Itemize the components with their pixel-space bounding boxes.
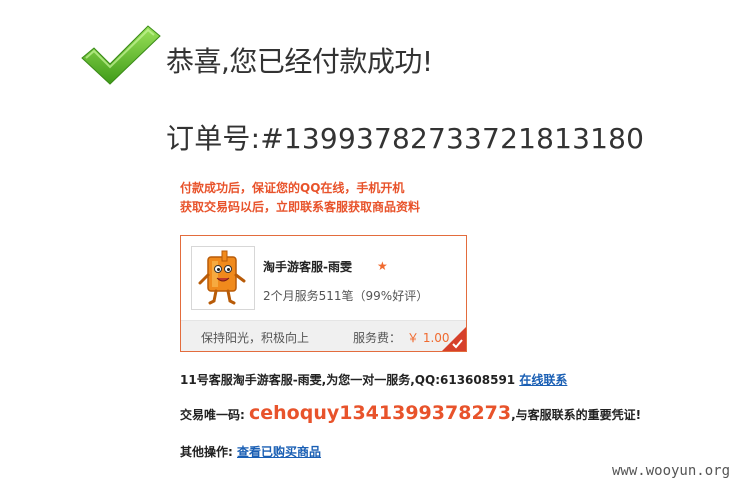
service-info-text: 11号客服淘手游客服-雨雯,为您一对一服务,QQ:613608591 — [180, 373, 516, 387]
other-actions: 其他操作: 查看已购买商品 — [180, 443, 321, 460]
code-value: cehoquy1341399378273 — [249, 402, 512, 424]
star-icon: ★ — [377, 259, 388, 273]
other-label: 其他操作: — [180, 445, 233, 459]
transaction-code: 交易唯一码: cehoquy1341399378273,与客服联系的重要凭证! — [180, 402, 641, 424]
card-footer: 保持阳光，积极向上 服务费： ￥ 1.00 — [181, 320, 466, 351]
service-motto: 保持阳光，积极向上 — [201, 331, 310, 345]
avatar — [191, 246, 255, 310]
notice-line-2: 获取交易码以后，立即联系客服获取商品资料 — [180, 200, 421, 214]
online-contact-link[interactable]: 在线联系 — [519, 373, 567, 387]
notice-line-1: 付款成功后，保证您的QQ在线，手机开机 — [180, 181, 405, 195]
service-info: 11号客服淘手游客服-雨雯,为您一对一服务,QQ:613608591 在线联系 — [180, 371, 567, 388]
code-suffix: ,与客服联系的重要凭证! — [511, 408, 642, 422]
order-number: 订单号:#139937827337218131​80 — [166, 117, 644, 157]
order-label: 订单号: — [166, 122, 261, 155]
mascot-icon — [198, 250, 246, 305]
service-card[interactable]: 淘手游客服-雨雯 ★ 2个月服务511笔（99%好评） 保持阳光，积极向上 服务… — [180, 235, 467, 352]
service-name: 淘手游客服-雨雯 — [263, 260, 352, 274]
order-value: #139937827337218131​80 — [260, 122, 645, 155]
notice: 付款成功后，保证您的QQ在线，手机开机 获取交易码以后，立即联系客服获取商品资料 — [180, 179, 420, 217]
fee-label: 服务费： — [353, 331, 402, 345]
success-title: 恭喜,您已经付款成功! — [166, 45, 433, 78]
success-check-icon — [81, 25, 161, 85]
selected-check-icon — [442, 327, 466, 351]
view-purchased-link[interactable]: 查看已购买商品 — [237, 445, 321, 459]
service-stats: 2个月服务511笔（99%好评） — [263, 289, 429, 303]
code-label: 交易唯一码: — [180, 408, 245, 422]
watermark: www.wooyun.org — [612, 463, 731, 479]
